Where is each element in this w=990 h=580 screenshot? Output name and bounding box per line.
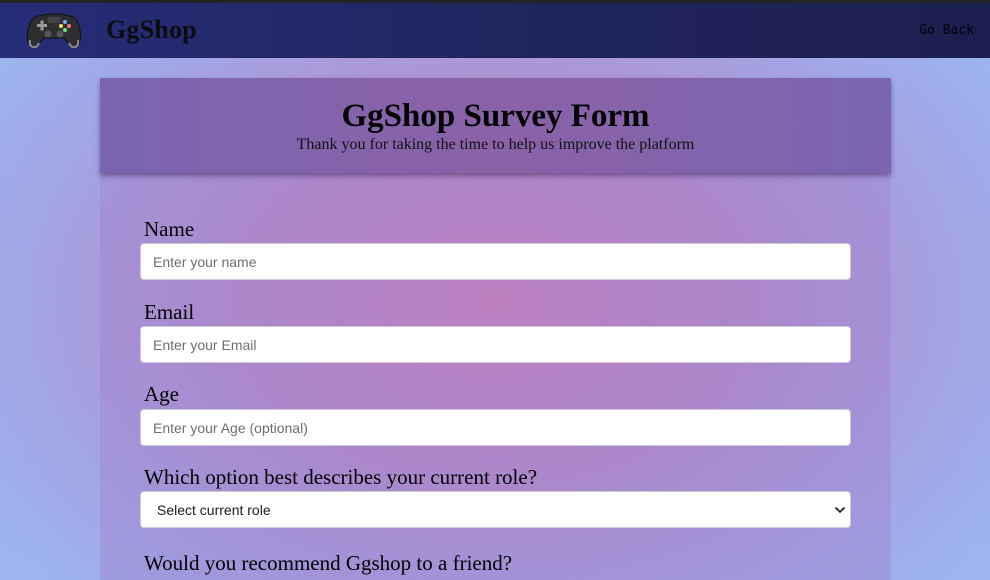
email-input[interactable] bbox=[140, 326, 851, 363]
survey-header: GgShop Survey Form Thank you for taking … bbox=[100, 78, 891, 173]
gamepad-icon[interactable] bbox=[26, 10, 82, 50]
email-label: Email bbox=[144, 300, 195, 324]
role-select[interactable]: Select current role bbox=[140, 491, 851, 528]
age-label: Age bbox=[144, 382, 179, 406]
chevron-down-icon bbox=[835, 507, 845, 513]
name-input[interactable] bbox=[140, 243, 851, 280]
page-title: GgShop Survey Form bbox=[341, 98, 650, 134]
page-subtitle: Thank you for taking the time to help us… bbox=[296, 136, 695, 153]
age-input[interactable] bbox=[140, 409, 851, 446]
go-back-link[interactable]: Go Back bbox=[919, 23, 974, 38]
brand-name[interactable]: GgShop bbox=[106, 15, 197, 45]
role-select-value: Select current role bbox=[157, 502, 271, 518]
navbar: GgShop Go Back bbox=[0, 0, 990, 58]
role-label: Which option best describes your current… bbox=[144, 465, 538, 489]
recommend-label: Would you recommend Ggshop to a friend? bbox=[144, 551, 513, 575]
name-label: Name bbox=[144, 217, 195, 241]
